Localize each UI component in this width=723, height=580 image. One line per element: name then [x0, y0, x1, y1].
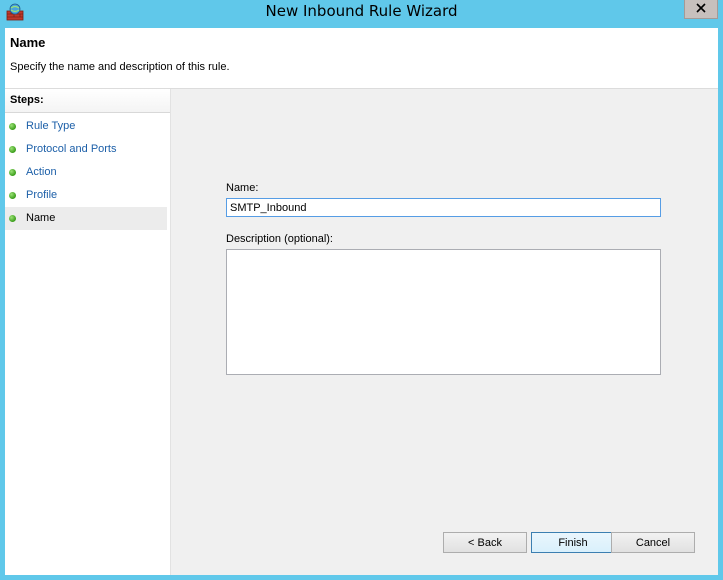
step-complete-dot-icon	[9, 192, 16, 199]
step-label: Protocol and Ports	[26, 143, 117, 155]
back-button[interactable]: < Back	[443, 532, 527, 553]
step-action[interactable]: Action	[5, 161, 167, 184]
close-button[interactable]	[684, 0, 718, 19]
description-textarea[interactable]	[226, 249, 661, 375]
finish-button[interactable]: Finish	[531, 532, 615, 553]
description-label: Description (optional):	[226, 233, 333, 245]
step-complete-dot-icon	[9, 146, 16, 153]
page-subtitle: Specify the name and description of this…	[10, 61, 230, 73]
steps-header: Steps:	[5, 89, 170, 113]
title-bar[interactable]: New Inbound Rule Wizard	[0, 0, 723, 24]
step-name-current: Name	[5, 207, 167, 230]
wizard-header: Name Specify the name and description of…	[5, 28, 718, 89]
steps-heading: Steps:	[10, 94, 44, 106]
wizard-window: New Inbound Rule Wizard Name Specify the…	[0, 0, 723, 580]
step-label: Action	[26, 166, 57, 178]
page-title: Name	[10, 35, 46, 50]
step-label: Rule Type	[26, 120, 76, 132]
step-label: Profile	[26, 189, 58, 201]
cancel-button[interactable]: Cancel	[611, 532, 695, 553]
step-complete-dot-icon	[9, 169, 16, 176]
step-profile[interactable]: Profile	[5, 184, 167, 207]
name-input[interactable]	[226, 198, 661, 217]
window-title: New Inbound Rule Wizard	[265, 2, 458, 20]
steps-panel: Steps: Rule Type Protocol and Ports Acti…	[5, 89, 171, 575]
close-icon	[696, 2, 706, 16]
step-complete-dot-icon	[9, 123, 16, 130]
step-protocol-and-ports[interactable]: Protocol and Ports	[5, 138, 167, 161]
step-rule-type[interactable]: Rule Type	[5, 115, 167, 138]
wizard-client-area: Name Specify the name and description of…	[5, 28, 718, 575]
step-current-dot-icon	[9, 215, 16, 222]
name-label: Name:	[226, 182, 259, 194]
step-label: Name	[26, 212, 56, 224]
